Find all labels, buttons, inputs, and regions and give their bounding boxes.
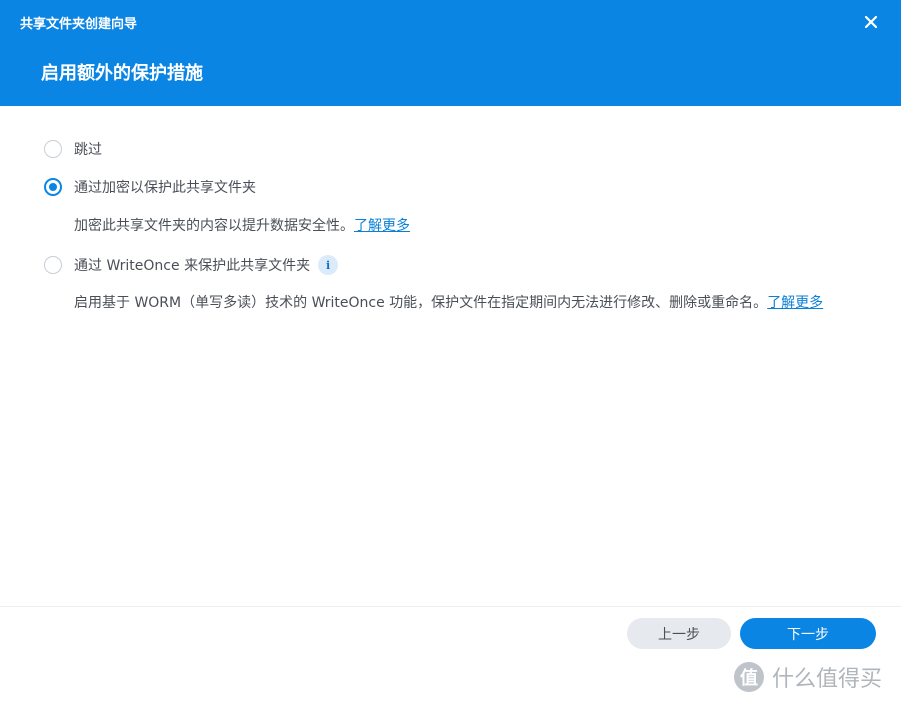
window-title: 共享文件夹创建向导 [20,17,138,32]
writeonce-description-text: 启用基于 WORM（单写多读）技术的 WriteOnce 功能，保护文件在指定期… [74,295,768,311]
radio-encryption[interactable] [44,178,62,196]
next-step-button[interactable]: 下一步 [740,618,876,649]
encryption-description-text: 加密此共享文件夹的内容以提升数据安全性。 [74,218,354,234]
watermark-text: 什么值得买 [772,667,883,692]
shared-folder-wizard-dialog: 共享文件夹创建向导 启用额外的保护措施 跳过 通过加密以保护此共享文件夹 加密此… [0,0,901,702]
option-skip-label: 跳过 [74,142,102,158]
close-icon [864,15,878,29]
step-title: 启用额外的保护措施 [41,63,203,84]
option-encryption[interactable]: 通过加密以保护此共享文件夹 [44,176,256,198]
option-writeonce[interactable]: 通过 WriteOnce 来保护此共享文件夹 i [44,254,339,276]
options-panel: 跳过 通过加密以保护此共享文件夹 加密此共享文件夹的内容以提升数据安全性。了解更… [0,106,901,606]
previous-step-button[interactable]: 上一步 [627,618,731,649]
option-skip[interactable]: 跳过 [44,138,102,160]
encryption-description: 加密此共享文件夹的内容以提升数据安全性。了解更多 [74,215,864,238]
close-button[interactable] [860,11,882,33]
dialog-header: 共享文件夹创建向导 启用额外的保护措施 [0,0,901,106]
option-encryption-label: 通过加密以保护此共享文件夹 [74,180,256,196]
writeonce-description: 启用基于 WORM（单写多读）技术的 WriteOnce 功能，保护文件在指定期… [74,292,864,315]
writeonce-learn-more-link[interactable]: 了解更多 [767,295,823,311]
encryption-learn-more-link[interactable]: 了解更多 [354,218,410,234]
option-writeonce-label: 通过 WriteOnce 来保护此共享文件夹 [74,258,311,274]
footer-divider [0,606,901,607]
radio-writeonce[interactable] [44,256,62,274]
watermark-logo: 值 [734,662,764,692]
radio-skip[interactable] [44,140,62,158]
watermark: 值 什么值得买 [734,660,882,694]
info-icon[interactable]: i [318,255,339,275]
